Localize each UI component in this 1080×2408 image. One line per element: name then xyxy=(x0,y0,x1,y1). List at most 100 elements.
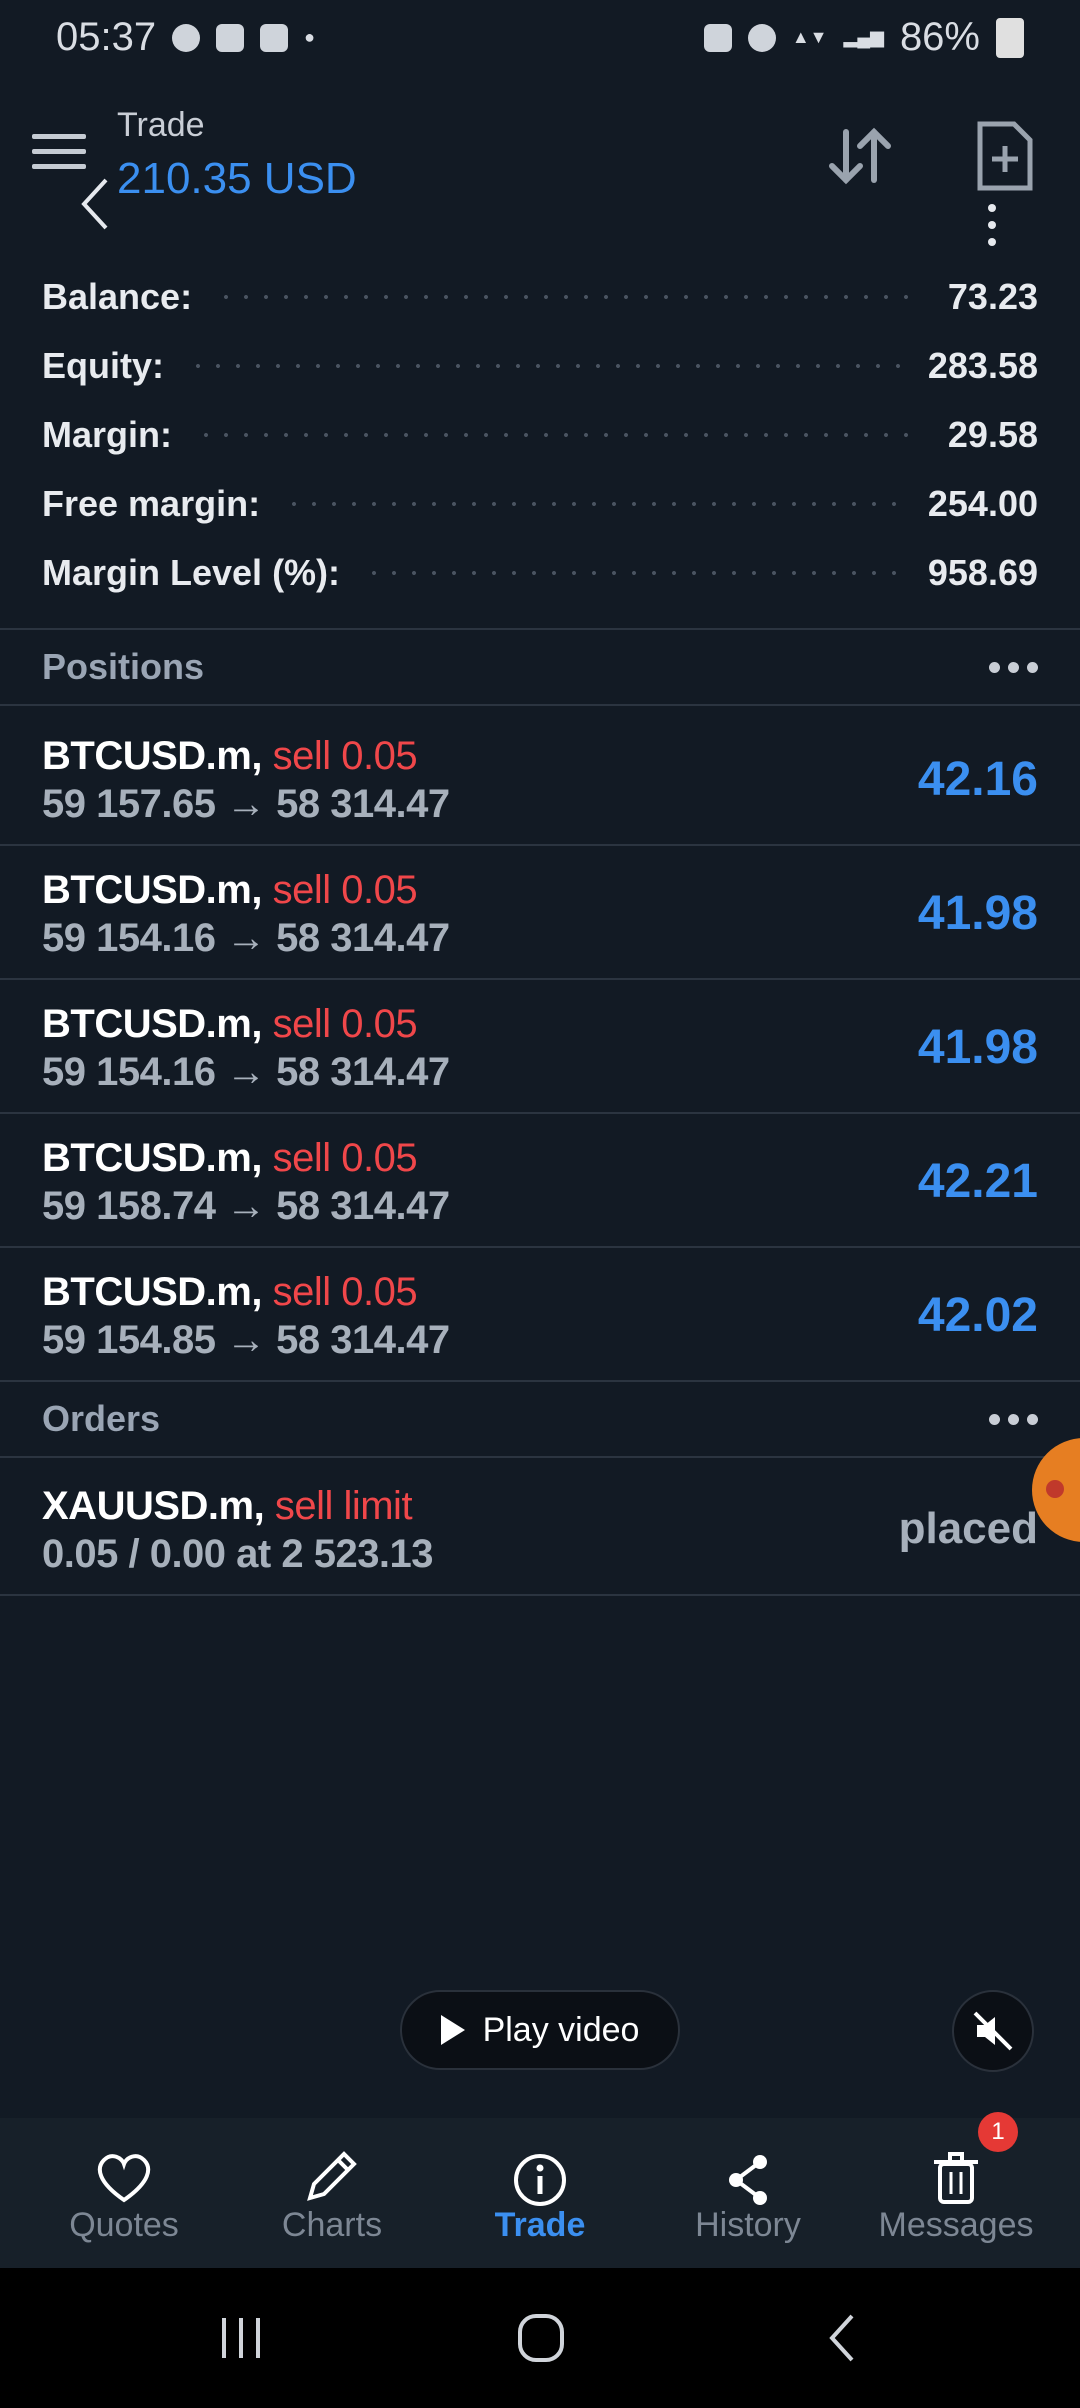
screen-title: Trade xyxy=(117,106,205,144)
position-row[interactable]: BTCUSD.m, sell 0.05 59 154.16 → 58 314.4… xyxy=(0,846,1080,980)
recent-apps-icon[interactable] xyxy=(206,2308,276,2368)
order-row[interactable]: XAUUSD.m, sell limit 0.05 / 0.00 at 2 52… xyxy=(0,1462,1080,1596)
heart-icon xyxy=(97,2154,151,2203)
video-icon xyxy=(260,23,289,52)
position-profit: 42.21 xyxy=(917,1155,1038,1208)
summary-row-equity: Equity: 283.58 xyxy=(0,331,1080,400)
app-bar: Trade 210.35 USD xyxy=(0,90,1080,270)
position-symbol: BTCUSD.m, xyxy=(42,1136,262,1180)
summary-value: 29.58 xyxy=(947,413,1038,455)
nav-charts[interactable]: Charts xyxy=(232,2118,432,2268)
system-nav-bar xyxy=(0,2268,1080,2408)
position-action: sell 0.05 xyxy=(272,734,418,778)
position-action: sell 0.05 xyxy=(272,868,418,912)
dot-leader xyxy=(196,432,924,437)
summary-row-margin: Margin: 29.58 xyxy=(0,400,1080,469)
position-action: sell 0.05 xyxy=(272,1270,418,1314)
summary-label: Free margin: xyxy=(42,482,261,524)
status-bar: 05:37 ● ▲▼ ▂▄▆ 86% xyxy=(0,0,1080,75)
positions-header: Positions xyxy=(0,628,1080,706)
account-balance-title: 210.35 USD xyxy=(117,154,357,203)
new-order-icon[interactable] xyxy=(974,120,1036,192)
order-action: sell limit xyxy=(274,1484,413,1528)
position-profit: 41.98 xyxy=(917,887,1038,940)
menu-icon[interactable] xyxy=(32,134,86,176)
play-video-button[interactable]: Play video xyxy=(400,1990,680,2070)
position-action: sell 0.05 xyxy=(272,1136,418,1180)
network-icon: ▲▼ xyxy=(791,27,828,47)
summary-label: Balance: xyxy=(42,275,193,317)
positions-title: Positions xyxy=(42,646,205,687)
nav-label: Trade xyxy=(494,2206,586,2244)
nav-label: Quotes xyxy=(69,2206,179,2244)
messages-badge: 1 xyxy=(978,2112,1018,2152)
summary-value: 283.58 xyxy=(927,344,1038,386)
signal-icon: ▂▄▆ xyxy=(843,27,884,47)
account-summary: Balance: 73.23 Equity: 283.58 Margin: 29… xyxy=(0,262,1080,607)
gallery-icon xyxy=(216,23,245,52)
summary-value: 958.69 xyxy=(927,551,1038,593)
order-status: placed xyxy=(898,1504,1038,1553)
dot-leader xyxy=(216,294,924,299)
globe-icon xyxy=(172,23,201,52)
dot-icon: ● xyxy=(304,27,315,47)
play-video-label: Play video xyxy=(482,2010,640,2049)
position-row[interactable]: BTCUSD.m, sell 0.05 59 158.74 → 58 314.4… xyxy=(0,1114,1080,1248)
position-row[interactable]: BTCUSD.m, sell 0.05 59 154.85 → 58 314.4… xyxy=(0,1248,1080,1382)
lock-icon xyxy=(703,23,732,52)
position-prices: 59 158.74 → 58 314.47 xyxy=(42,1184,450,1228)
nav-messages[interactable]: Messages xyxy=(856,2118,1056,2268)
sort-icon[interactable] xyxy=(824,120,896,192)
position-prices: 59 154.16 → 58 314.47 xyxy=(42,916,450,960)
alarm-icon xyxy=(747,23,776,52)
mute-icon xyxy=(973,2011,1013,2051)
summary-row-balance: Balance: 73.23 xyxy=(0,262,1080,331)
pencil-icon xyxy=(307,2151,357,2201)
bottom-navigation: Quotes Charts Trade History Messages xyxy=(0,2118,1080,2268)
dot-leader xyxy=(284,501,904,506)
order-details: 0.05 / 0.00 at 2 523.13 xyxy=(42,1532,434,1576)
more-vert-icon[interactable] xyxy=(982,200,1002,250)
nav-label: Charts xyxy=(281,2206,383,2244)
positions-more-icon[interactable] xyxy=(989,661,1038,673)
summary-label: Equity: xyxy=(42,344,164,386)
mute-button[interactable] xyxy=(952,1990,1034,2072)
back-arrow-icon[interactable] xyxy=(76,174,116,234)
home-icon[interactable] xyxy=(506,2308,576,2368)
position-row[interactable]: BTCUSD.m, sell 0.05 59 157.65 → 58 314.4… xyxy=(0,712,1080,846)
position-profit: 41.98 xyxy=(917,1021,1038,1074)
trash-icon xyxy=(934,2152,978,2204)
position-action: sell 0.05 xyxy=(272,1002,418,1046)
summary-row-margin-level: Margin Level (%): 958.69 xyxy=(0,538,1080,607)
orders-title: Orders xyxy=(42,1398,161,1439)
status-time: 05:37 xyxy=(56,15,157,59)
position-symbol: BTCUSD.m, xyxy=(42,868,262,912)
position-symbol: BTCUSD.m, xyxy=(42,1002,262,1046)
position-symbol: BTCUSD.m, xyxy=(42,734,262,778)
nav-trade[interactable]: Trade xyxy=(440,2118,640,2268)
position-prices: 59 154.85 → 58 314.47 xyxy=(42,1318,450,1362)
battery-icon xyxy=(996,17,1024,58)
summary-row-free-margin: Free margin: 254.00 xyxy=(0,469,1080,538)
dot-leader xyxy=(188,363,904,368)
back-icon[interactable] xyxy=(808,2308,878,2368)
position-row[interactable]: BTCUSD.m, sell 0.05 59 154.16 → 58 314.4… xyxy=(0,980,1080,1114)
play-icon xyxy=(440,2015,465,2045)
nav-quotes[interactable]: Quotes xyxy=(24,2118,224,2268)
position-prices: 59 154.16 → 58 314.47 xyxy=(42,1050,450,1094)
battery-percent: 86% xyxy=(899,15,980,59)
summary-value: 73.23 xyxy=(947,275,1038,317)
position-symbol: BTCUSD.m, xyxy=(42,1270,262,1314)
orders-more-icon[interactable] xyxy=(989,1413,1038,1425)
info-icon xyxy=(514,2154,566,2206)
summary-value: 254.00 xyxy=(927,482,1038,524)
orders-header: Orders xyxy=(0,1380,1080,1458)
position-profit: 42.16 xyxy=(917,753,1038,806)
summary-label: Margin: xyxy=(42,413,172,455)
dot-leader xyxy=(364,570,904,575)
nav-label: History xyxy=(695,2206,801,2244)
nav-history[interactable]: History xyxy=(648,2118,848,2268)
position-prices: 59 157.65 → 58 314.47 xyxy=(42,782,450,826)
summary-label: Margin Level (%): xyxy=(42,551,341,593)
share-icon xyxy=(729,2155,767,2205)
